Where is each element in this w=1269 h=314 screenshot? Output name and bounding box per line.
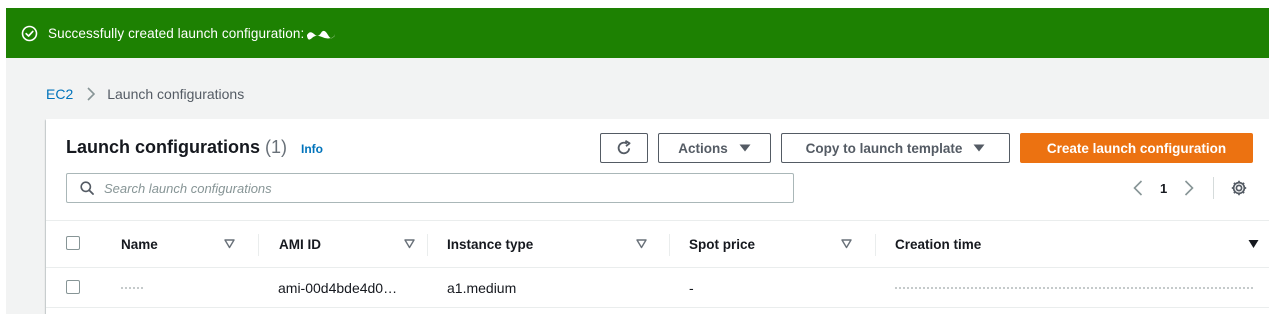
pagination-divider: [1213, 177, 1215, 199]
column-label: Name: [121, 237, 158, 252]
actions-label: Actions: [678, 140, 728, 156]
search-box: [66, 173, 794, 203]
select-all-checkbox[interactable]: [66, 236, 80, 250]
settings-icon[interactable]: [1230, 179, 1248, 197]
refresh-icon: [615, 139, 633, 157]
breadcrumb-current: Launch configurations: [107, 86, 245, 102]
caret-down-icon: [973, 144, 985, 152]
cell-spot-price: -: [689, 280, 694, 296]
actions-dropdown-button[interactable]: Actions: [658, 133, 771, 163]
chevron-left-icon[interactable]: [1130, 178, 1146, 198]
launch-configurations-table-panel: Launch configurations (1) Info Actions C…: [46, 119, 1269, 314]
table-row[interactable]: ami-00d4bde4d0… a1.medium -: [46, 268, 1269, 308]
column-header-name[interactable]: Name: [101, 221, 247, 268]
copy-label: Copy to launch template: [805, 140, 963, 156]
search-input[interactable]: [102, 179, 782, 197]
chevron-right-icon[interactable]: [1181, 178, 1197, 198]
redacted-creation-time: [895, 286, 1253, 290]
column-header-creation-time[interactable]: Creation time: [875, 221, 1259, 268]
sort-icon: [404, 239, 415, 249]
column-label: Creation time: [895, 237, 982, 252]
current-page-number[interactable]: 1: [1160, 181, 1167, 196]
copy-to-launch-template-button[interactable]: Copy to launch template: [781, 133, 1010, 163]
column-label: Instance type: [447, 237, 534, 252]
sort-icon: [841, 239, 852, 249]
refresh-button[interactable]: [600, 133, 648, 163]
success-flash-banner: Successfully created launch configuratio…: [6, 8, 1269, 58]
page: Successfully created launch configuratio…: [0, 0, 1269, 314]
pagination: 1: [1130, 177, 1248, 199]
column-header-spot-price[interactable]: Spot price: [669, 221, 864, 268]
sort-descending-icon: [1248, 240, 1259, 248]
sort-icon: [224, 239, 235, 249]
breadcrumb: EC2 Launch configurations: [46, 85, 244, 103]
sort-icon: [636, 239, 647, 249]
redacted-name: [121, 286, 143, 290]
table-header: Name AMI ID Instance type Spot price Cre…: [46, 220, 1269, 268]
flash-message: Successfully created launch configuratio…: [48, 25, 305, 41]
chevron-right-icon: [87, 87, 96, 101]
cell-creation-time: [895, 268, 1253, 308]
item-count: (1): [265, 137, 288, 157]
info-link[interactable]: Info: [301, 142, 323, 156]
column-header-ami-id[interactable]: AMI ID: [259, 221, 427, 268]
row-checkbox[interactable]: [66, 280, 80, 294]
cell-name[interactable]: [121, 268, 143, 308]
cell-instance-type: a1.medium: [447, 280, 517, 296]
column-label: AMI ID: [279, 237, 321, 252]
page-title: Launch configurations: [66, 137, 261, 157]
create-launch-configuration-button[interactable]: Create launch configuration: [1020, 133, 1253, 163]
search-icon: [80, 181, 94, 195]
column-header-instance-type[interactable]: Instance type: [427, 221, 659, 268]
panel-header: Launch configurations (1) Info: [66, 137, 323, 161]
redacted-config-name: [306, 29, 336, 40]
check-circle-icon: [21, 25, 38, 42]
column-label: Spot price: [689, 237, 756, 252]
cell-ami-id: ami-00d4bde4d0…: [278, 280, 398, 296]
breadcrumb-ec2-link[interactable]: EC2: [46, 86, 73, 102]
caret-down-icon: [739, 144, 751, 152]
